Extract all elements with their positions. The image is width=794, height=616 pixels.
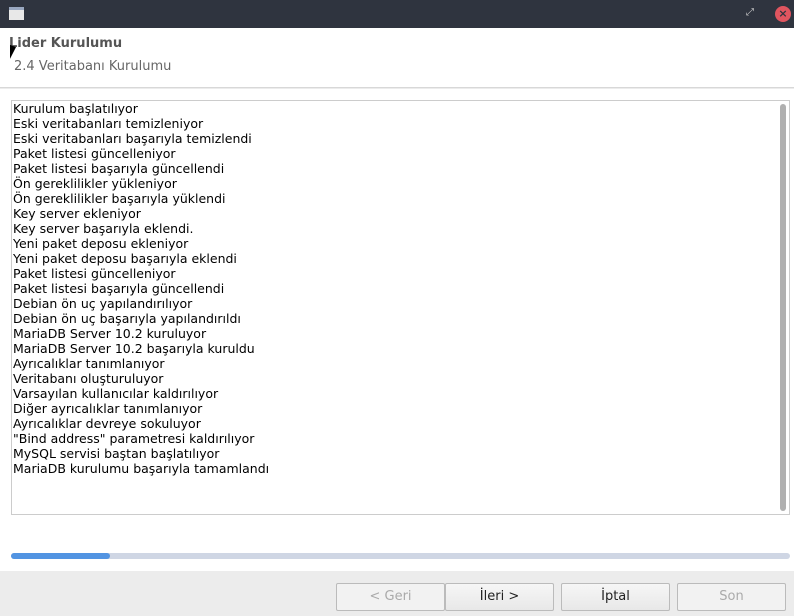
log-line: Debian ön uç yapılandırılıyor — [13, 296, 193, 311]
progress-bar — [11, 553, 790, 559]
log-line: Yeni paket deposu başarıyla eklendi — [13, 251, 237, 266]
log-line: Ön gereklilikler yükleniyor — [13, 176, 177, 191]
page-subtitle: 2.4 Veritabanı Kurulumu — [14, 59, 172, 74]
cancel-button[interactable]: İptal — [561, 583, 670, 611]
log-line: Ayrıcalıklar devreye sokuluyor — [13, 416, 201, 431]
page-title: Lider Kurulumu — [9, 36, 123, 51]
progress-fill — [11, 553, 110, 559]
log-line: MariaDB Server 10.2 kuruluyor — [13, 326, 207, 341]
scrollbar[interactable] — [780, 104, 786, 511]
log-line: Debian ön uç başarıyla yapılandırıldı — [13, 311, 241, 326]
close-icon[interactable]: × — [775, 6, 791, 22]
content-area: Kurulum başlatılıyor Eski veritabanları t… — [0, 89, 794, 571]
wizard-header: Lider Kurulumu 2.4 Veritabanı Kurulumu — [0, 28, 794, 88]
log-line: MySQL servisi baştan başlatılıyor — [13, 446, 220, 461]
mouse-cursor-icon — [10, 44, 16, 62]
next-button[interactable]: İleri > — [445, 583, 554, 611]
log-line: Paket listesi başarıyla güncellendi — [13, 161, 225, 176]
window-icon — [9, 7, 24, 20]
log-line: MariaDB Server 10.2 başarıyla kuruldu — [13, 341, 255, 356]
log-line: "Bind address" parametresi kaldırılıyor — [13, 431, 255, 446]
restore-icon[interactable]: ⤢ — [746, 7, 754, 18]
log-line: MariaDB kurulumu başarıyla tamamlandı — [13, 461, 270, 476]
log-line: Paket listesi güncelleniyor — [13, 266, 176, 281]
log-line: Kurulum başlatılıyor — [13, 101, 138, 116]
log-line: Yeni paket deposu ekleniyor — [13, 236, 189, 251]
log-line: Key server ekleniyor — [13, 206, 141, 221]
log-line: Eski veritabanları temizleniyor — [13, 116, 204, 131]
finish-button[interactable]: Son — [677, 583, 786, 611]
log-line: Key server başarıyla eklendi. — [13, 221, 194, 236]
log-line: Ön gereklilikler başarıyla yüklendi — [13, 191, 226, 206]
back-button[interactable]: < Geri — [336, 583, 445, 611]
log-textarea[interactable]: Kurulum başlatılıyor Eski veritabanları t… — [11, 100, 790, 515]
log-line: Veritabanı oluşturuluyor — [13, 371, 164, 386]
log-line: Ayrıcalıklar tanımlanıyor — [13, 356, 165, 371]
log-line: Varsayılan kullanıcılar kaldırılıyor — [13, 386, 219, 401]
title-bar: ⤢ × — [0, 0, 794, 28]
log-line: Paket listesi başarıyla güncellendi — [13, 281, 225, 296]
log-line: Eski veritabanları başarıyla temizlendi — [13, 131, 252, 146]
log-line: Diğer ayrıcalıklar tanımlanıyor — [13, 401, 203, 416]
log-line: Paket listesi güncelleniyor — [13, 146, 176, 161]
